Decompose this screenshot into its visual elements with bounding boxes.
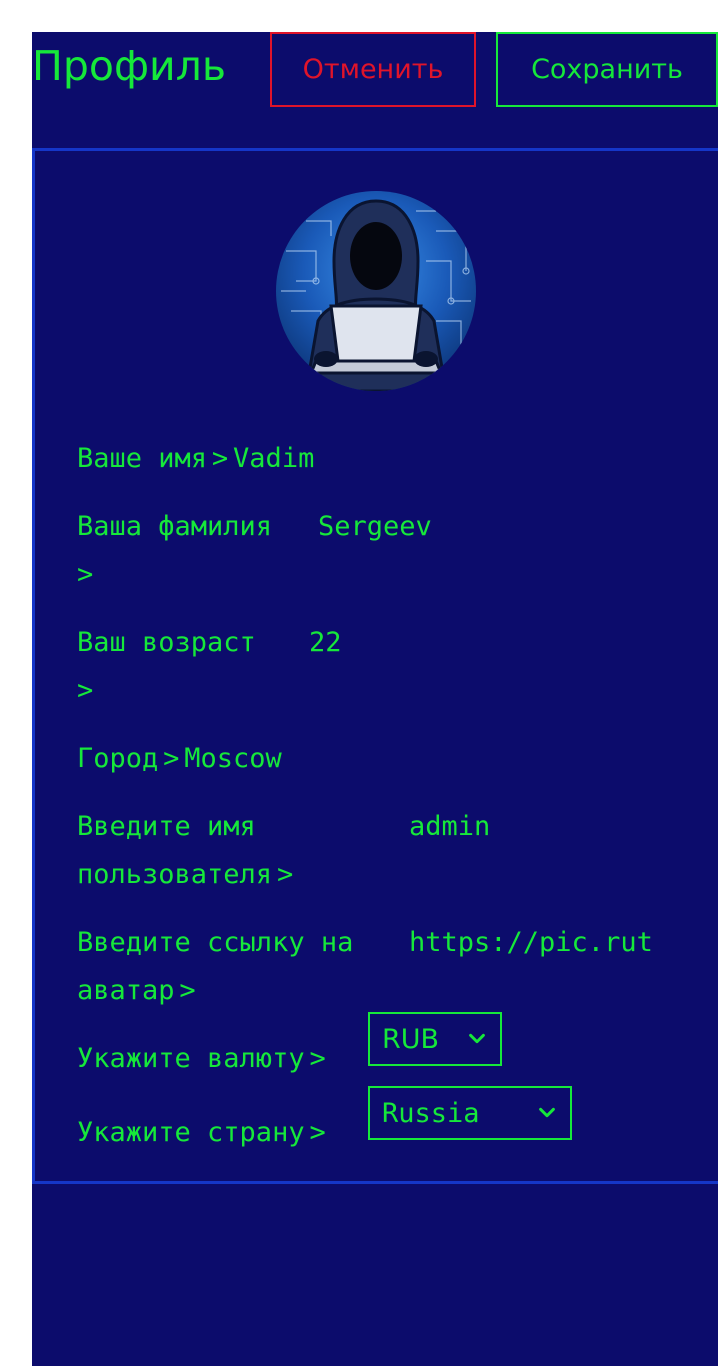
chevron-right-icon: >	[309, 1117, 326, 1148]
country-label: Укажите страну	[77, 1117, 305, 1148]
last-name-field[interactable]: Ваша фамилия > Sergeev	[77, 503, 677, 599]
chevron-right-icon: >	[211, 443, 229, 474]
chevron-right-icon: >	[309, 1043, 326, 1074]
city-field[interactable]: Город > Moscow	[77, 735, 282, 783]
age-field[interactable]: Ваш возраст > 22	[77, 619, 677, 715]
age-value[interactable]: 22	[309, 619, 342, 667]
age-label: Ваш возраст	[77, 627, 256, 658]
chevron-right-icon: >	[163, 743, 180, 774]
avatar-link-value[interactable]: https://pic.rut	[409, 919, 653, 967]
chevron-right-icon: >	[77, 559, 94, 590]
avatar-link-label-line2: аватар	[77, 975, 175, 1006]
last-name-label: Ваша фамилия	[77, 511, 273, 542]
currency-label: Укажите валюту	[77, 1043, 305, 1074]
city-label: Город	[77, 743, 159, 774]
username-label-line1: Введите имя	[77, 811, 256, 842]
username-value[interactable]: admin	[409, 803, 490, 851]
cancel-button[interactable]: Отменить	[270, 32, 476, 107]
profile-screen: Профиль Отменить Сохранить Ваше имя > Va…	[32, 32, 718, 1366]
currency-field: Укажите валюту >	[77, 1035, 331, 1083]
username-field[interactable]: Введите имя пользователя > admin	[77, 803, 677, 899]
avatar-link-label-line1: Введите ссылку на	[77, 927, 354, 958]
country-selected-value: Russia	[382, 1097, 480, 1129]
chevron-down-icon	[539, 1107, 555, 1118]
save-button[interactable]: Сохранить	[496, 32, 718, 107]
first-name-field[interactable]: Ваше имя > Vadim	[77, 435, 314, 483]
profile-card: Ваше имя > Vadim Ваша фамилия > Sergeev Ва…	[32, 148, 718, 1184]
currency-selected-value: RUB	[382, 1023, 440, 1055]
city-value[interactable]: Moscow	[184, 743, 282, 774]
country-select[interactable]: Russia	[368, 1086, 572, 1140]
chevron-right-icon: >	[276, 859, 294, 890]
chevron-right-icon: >	[179, 975, 196, 1006]
username-label-line2: пользователя	[77, 859, 273, 890]
currency-select[interactable]: RUB	[368, 1012, 502, 1066]
page-title: Профиль	[32, 42, 227, 90]
chevron-down-icon	[469, 1033, 485, 1044]
avatar[interactable]	[276, 191, 476, 391]
chevron-right-icon: >	[77, 675, 94, 706]
avatar-link-field[interactable]: Введите ссылку на аватар > https://pic.ru…	[77, 919, 677, 1015]
last-name-value[interactable]: Sergeev	[318, 503, 432, 551]
first-name-value[interactable]: Vadim	[233, 443, 314, 474]
first-name-label: Ваше имя	[77, 443, 208, 474]
country-field: Укажите страну >	[77, 1109, 331, 1157]
